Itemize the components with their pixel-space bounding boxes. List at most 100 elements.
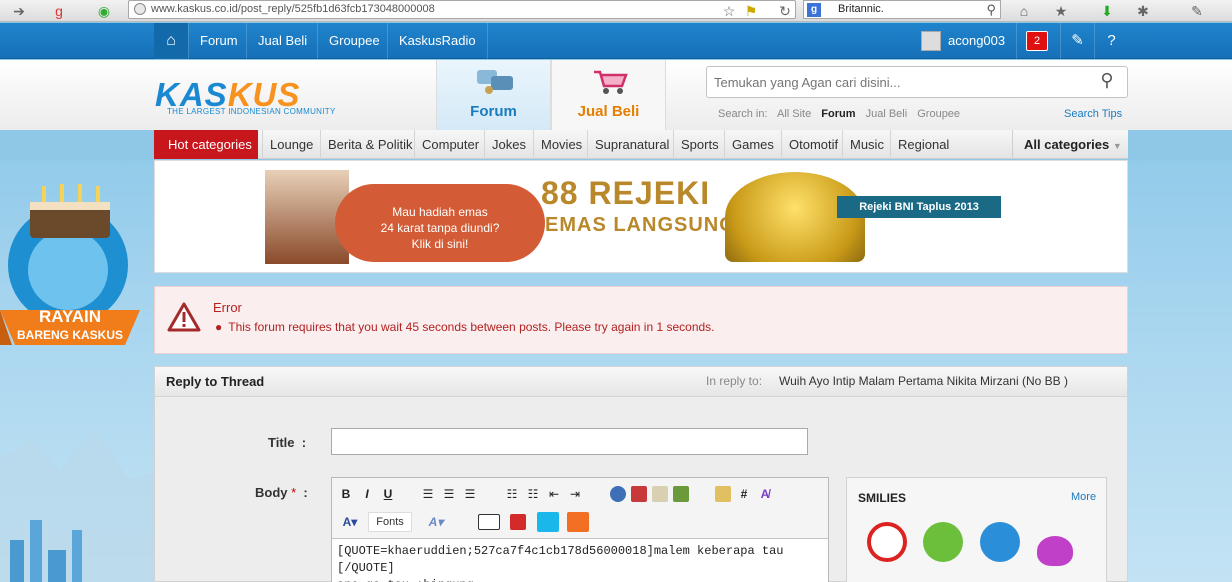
rayain-mascot[interactable]: RAYAIN BARENG KASKUS xyxy=(0,180,150,380)
banner-bubble-line-3: Klik di sini! xyxy=(411,237,469,251)
home-button[interactable]: ⌂ xyxy=(154,23,188,59)
site-search-input[interactable] xyxy=(706,66,1128,98)
quote-icon[interactable] xyxy=(715,486,731,502)
search-in-options: Search in: All Site Forum Jual Beli Grou… xyxy=(718,108,967,120)
outdent-icon[interactable]: ⇤ xyxy=(546,486,562,502)
category-lounge[interactable]: Lounge xyxy=(262,130,320,159)
search-icon[interactable]: ⚲ xyxy=(1094,70,1120,94)
all-categories-label: All categories xyxy=(1024,137,1110,152)
error-message-box: Error ● This forum requires that you wait… xyxy=(154,286,1128,354)
category-berita-politik[interactable]: Berita & Politik xyxy=(320,130,420,159)
reload-plugin-icon[interactable]: ◉ xyxy=(95,2,113,20)
category-games[interactable]: Games xyxy=(724,130,781,159)
photo-icon[interactable] xyxy=(673,486,689,502)
font-select[interactable]: Fonts xyxy=(368,512,412,532)
bookmarks-icon[interactable]: ★ xyxy=(1052,2,1070,20)
nav-jual-beli[interactable]: Jual Beli xyxy=(246,23,318,59)
category-regional[interactable]: Regional xyxy=(890,130,956,159)
soundcloud-icon[interactable] xyxy=(567,512,589,532)
all-categories-dropdown[interactable]: All categories ▼ xyxy=(1012,130,1128,159)
category-music[interactable]: Music xyxy=(842,130,891,159)
bullet-list-icon[interactable]: ☷ xyxy=(504,486,520,502)
smilies-title: SMILIES xyxy=(858,491,907,505)
search-in-all-site[interactable]: All Site xyxy=(777,108,811,120)
spoiler-icon[interactable] xyxy=(478,514,500,530)
underline-button[interactable]: U xyxy=(380,486,396,502)
category-supranatural[interactable]: Supranatural xyxy=(587,130,676,159)
search-in-label: Search in: xyxy=(718,108,768,120)
thread-title-link[interactable]: Wuih Ayo Intip Malam Pertama Nikita Mirz… xyxy=(779,374,1068,388)
font-color-icon[interactable]: A▾ xyxy=(338,514,362,530)
bold-button[interactable]: B xyxy=(338,486,354,502)
error-detail: ● This forum requires that you wait 45 se… xyxy=(215,320,715,334)
youtube-icon[interactable] xyxy=(510,514,526,530)
username-link[interactable]: acong003 xyxy=(948,23,1005,59)
bookmark-star-icon[interactable]: ☆ xyxy=(720,2,738,20)
smiley-blue-icon[interactable] xyxy=(980,522,1020,562)
search-tips-link[interactable]: Search Tips xyxy=(1064,108,1122,120)
search-in-groupee[interactable]: Groupee xyxy=(917,108,960,120)
flag-icon[interactable]: ⚑ xyxy=(742,2,760,20)
category-computer[interactable]: Computer xyxy=(414,130,486,159)
refresh-icon[interactable]: ↻ xyxy=(776,2,794,20)
align-right-icon[interactable]: ☰ xyxy=(462,486,478,502)
italic-button[interactable]: I xyxy=(359,486,375,502)
browser-search-input[interactable]: g Britannic. ⚲ xyxy=(803,0,1001,19)
hot-categories-tab[interactable]: Hot categories xyxy=(154,130,258,159)
banner-bubble-line-2: 24 karat tanpa diundi? xyxy=(380,221,500,235)
category-jokes[interactable]: Jokes xyxy=(484,130,533,159)
unlink-icon[interactable] xyxy=(631,486,647,502)
nav-kaskusradio[interactable]: KaskusRadio xyxy=(387,23,488,59)
pencil-icon[interactable]: ✎ xyxy=(1060,23,1094,59)
title-input[interactable] xyxy=(331,428,808,455)
insert-image-icon[interactable] xyxy=(652,486,668,502)
globe-icon xyxy=(134,3,146,15)
google-icon[interactable]: g xyxy=(50,2,68,20)
numbered-list-icon[interactable]: ☷ xyxy=(525,486,541,502)
kaskus-logo[interactable]: KASKUS THE LARGEST INDONESIAN COMMUNITY xyxy=(155,78,341,118)
home-icon[interactable]: ⌂ xyxy=(1015,2,1033,20)
strikethrough-icon[interactable]: A̸ xyxy=(757,486,773,502)
addon-icon[interactable]: ✱ xyxy=(1134,2,1152,20)
ad-banner[interactable]: Mau hadiah emas 24 karat tanpa diundi? K… xyxy=(265,170,1019,264)
font-size-icon[interactable]: A▾ xyxy=(424,514,448,530)
body-textarea[interactable]: [QUOTE=khaeruddien;527ca7f4c1cb178d56000… xyxy=(332,538,828,582)
banner-bubble: Mau hadiah emas 24 karat tanpa diundi? K… xyxy=(335,184,545,262)
search-in-jual-beli[interactable]: Jual Beli xyxy=(866,108,908,120)
indent-icon[interactable]: ⇥ xyxy=(567,486,583,502)
nav-groupee[interactable]: Groupee xyxy=(317,23,391,59)
tools-icon[interactable]: ✎ xyxy=(1188,2,1206,20)
category-otomotif[interactable]: Otomotif xyxy=(781,130,845,159)
mascot-line-1: RAYAIN xyxy=(38,307,102,326)
link-icon[interactable] xyxy=(610,486,626,502)
forward-icon[interactable]: ➔ xyxy=(10,2,28,20)
smiley-sara-icon[interactable] xyxy=(867,522,907,562)
chevron-down-icon: ▼ xyxy=(1112,141,1122,151)
title-label: Title : xyxy=(268,435,307,450)
help-icon[interactable]: ? xyxy=(1094,23,1128,59)
notification-badge[interactable]: 2 xyxy=(1026,31,1048,51)
magnifier-icon[interactable]: ⚲ xyxy=(986,1,996,18)
banner-headline-2: EMAS LANGSUNG xyxy=(545,214,736,236)
banner-headline-1: 88 REJEKI xyxy=(541,175,711,211)
reply-header: Reply to Thread In reply to: Wuih Ayo In… xyxy=(155,367,1127,397)
nav-forum[interactable]: Forum xyxy=(188,23,249,59)
align-left-icon[interactable]: ☰ xyxy=(420,486,436,502)
hash-icon[interactable]: # xyxy=(736,486,752,502)
smiley-purple-icon[interactable] xyxy=(1037,536,1073,566)
category-movies[interactable]: Movies xyxy=(533,130,589,159)
search-engine-icon: g xyxy=(807,3,821,17)
smilies-more-link[interactable]: More xyxy=(1071,491,1096,503)
avatar[interactable] xyxy=(921,31,941,51)
tab-forum[interactable]: Forum xyxy=(436,60,551,130)
vimeo-icon[interactable] xyxy=(537,512,559,532)
search-in-forum[interactable]: Forum xyxy=(821,108,855,120)
tab-jual-beli[interactable]: Jual Beli xyxy=(551,60,666,130)
category-sports[interactable]: Sports xyxy=(673,130,726,159)
download-icon[interactable]: ⬇ xyxy=(1098,2,1116,20)
smiley-green-icon[interactable] xyxy=(923,522,963,562)
body-label: Body * : xyxy=(255,485,308,500)
align-center-icon[interactable]: ☰ xyxy=(441,486,457,502)
reply-panel: Reply to Thread In reply to: Wuih Ayo In… xyxy=(154,366,1128,582)
address-bar[interactable]: www.kaskus.co.id/post_reply/525fb1d63fcb… xyxy=(128,0,796,19)
